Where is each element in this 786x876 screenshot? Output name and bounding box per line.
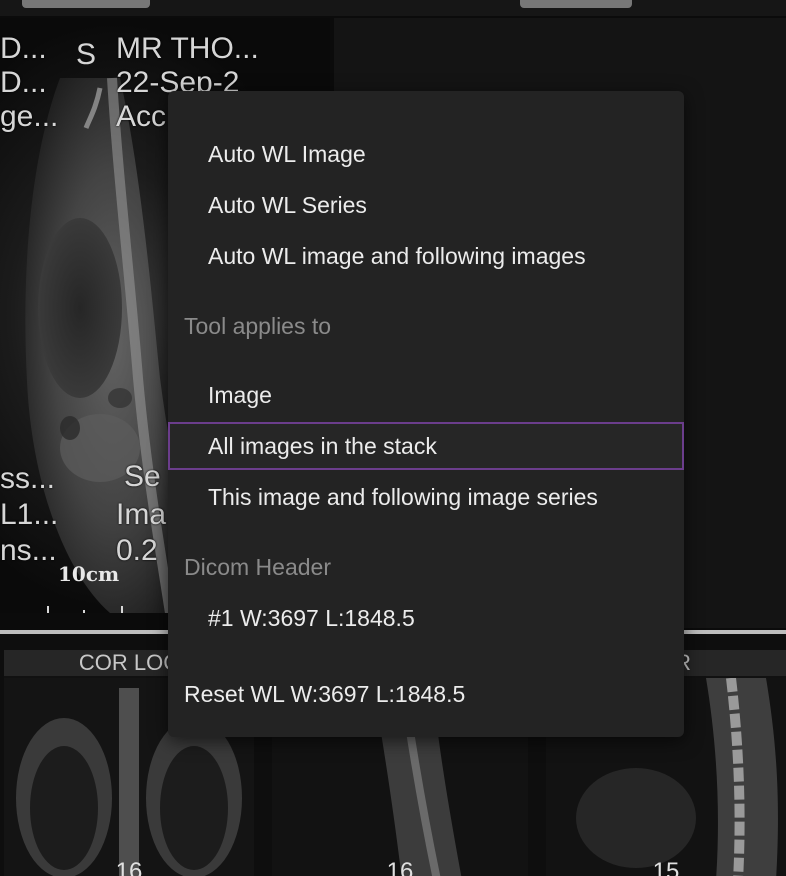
top-toolbar-strip	[0, 0, 786, 16]
menu-item-auto-wl-series[interactable]: Auto WL Series	[168, 181, 684, 229]
overlay-bottom-left-line-2: L1...	[0, 498, 59, 531]
menu-item-apply-image[interactable]: Image	[168, 371, 684, 419]
series-image-count: 15	[652, 858, 680, 876]
overlay-bottom-left-line-3: ns...	[0, 534, 57, 567]
menu-section-dicom-header: Dicom Header	[184, 554, 331, 580]
overlay-patient-line-2: D...	[0, 66, 47, 99]
overlay-series-number: Se	[124, 460, 161, 493]
overlay-image-number: Ima	[116, 498, 167, 531]
toolbar-segment	[520, 0, 632, 8]
orientation-marker-superior: S	[76, 38, 97, 71]
overlay-patient-line-1: D...	[0, 32, 47, 65]
menu-section-tool-applies: Tool applies to	[184, 313, 332, 339]
menu-item-reset-wl[interactable]: Reset WL W:3697 L:1848.5	[168, 670, 684, 718]
menu-item-apply-all-stack[interactable]: All images in the stack	[168, 422, 684, 470]
menu-item-auto-wl-following[interactable]: Auto WL image and following images	[168, 232, 684, 280]
series-image-count: 16	[115, 858, 143, 876]
scale-ruler	[47, 606, 123, 613]
overlay-study-description: MR THO...	[116, 32, 259, 65]
menu-item-apply-following-series[interactable]: This image and following image series	[168, 473, 684, 521]
dicom-viewer: D... D... ge... S MR THO... 22-Sep-2 Acc…	[0, 0, 786, 876]
overlay-accession: Acc	[116, 100, 167, 133]
series-image-count: 16	[386, 858, 414, 876]
overlay-patient-line-3: ge...	[0, 100, 59, 133]
menu-item-dicom-wl-preset[interactable]: #1 W:3697 L:1848.5	[168, 594, 684, 642]
scale-label: 10cm	[58, 562, 120, 586]
menu-item-auto-wl-image[interactable]: Auto WL Image	[168, 130, 684, 178]
overlay-bottom-left-line-1: ss...	[0, 462, 56, 495]
overlay-slice-thickness: 0.2	[116, 534, 158, 567]
window-level-context-menu: Auto WL Image Auto WL Series Auto WL ima…	[168, 91, 684, 737]
toolbar-segment	[22, 0, 150, 8]
